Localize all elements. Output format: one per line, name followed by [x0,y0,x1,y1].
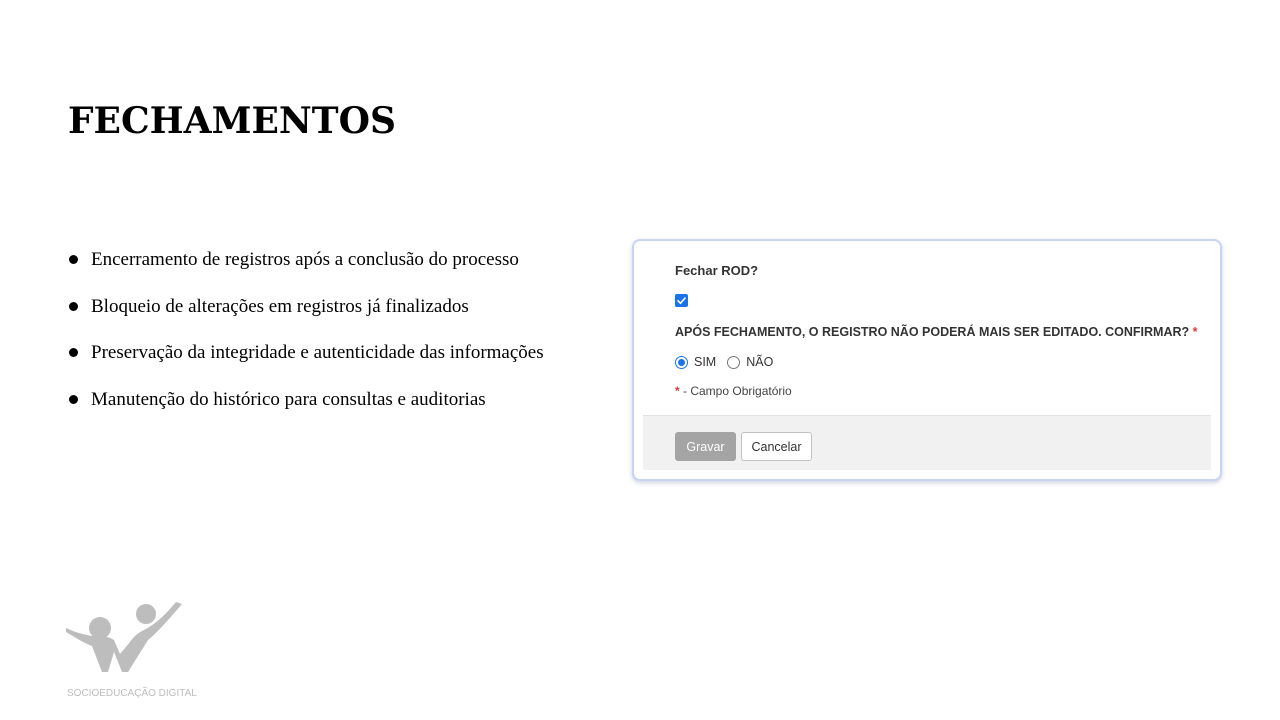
close-checkbox[interactable] [675,294,688,307]
bullet-item: Manutenção do histórico para consultas e… [68,386,608,433]
bullet-dot-icon [69,348,78,357]
confirm-warning-label: APÓS FECHAMENTO, O REGISTRO NÃO PODERÁ M… [675,325,1198,339]
cancel-button[interactable]: Cancelar [741,432,812,461]
bullet-dot-icon [69,394,78,404]
required-marker: * [1192,325,1198,339]
bullet-text: Bloqueio de alterações em registros já f… [91,295,469,317]
logo-text: SOCIOEDUCAÇÃO DIGITAL [67,688,197,699]
save-button[interactable]: Gravar [675,432,736,461]
dialog-footer: Gravar Cancelar [643,415,1211,470]
radio-nao[interactable] [727,355,741,369]
confirm-radio-group: SIM NÃO [675,353,784,371]
bullet-text: Preservação da integridade e autenticida… [91,342,544,363]
close-question-label: Fechar ROD? [675,263,759,278]
bullet-dot-icon [69,255,78,264]
radio-sim[interactable] [675,355,688,369]
bullet-list: Encerramento de registros após a conclus… [68,246,608,432]
bullet-item: Preservação da integridade e autenticida… [68,339,608,386]
bullet-text: Encerramento de registros após a conclus… [91,249,519,270]
check-icon [677,297,686,305]
slide-title: FECHAMENTOS [68,100,396,142]
bullet-item: Encerramento de registros após a conclus… [68,246,608,293]
close-record-dialog: Fechar ROD? APÓS FECHAMENTO, O REGISTRO … [632,239,1222,481]
bullet-item: Bloqueio de alterações em registros já f… [68,293,608,340]
required-note: * - Campo Obrigatório [675,384,792,398]
radio-sim-label[interactable]: SIM [694,355,716,369]
bullet-text: Manutenção do histórico para consultas e… [91,388,486,410]
bullet-dot-icon [69,301,78,311]
people-logo-icon [66,602,182,672]
radio-nao-label[interactable]: NÃO [746,355,773,369]
